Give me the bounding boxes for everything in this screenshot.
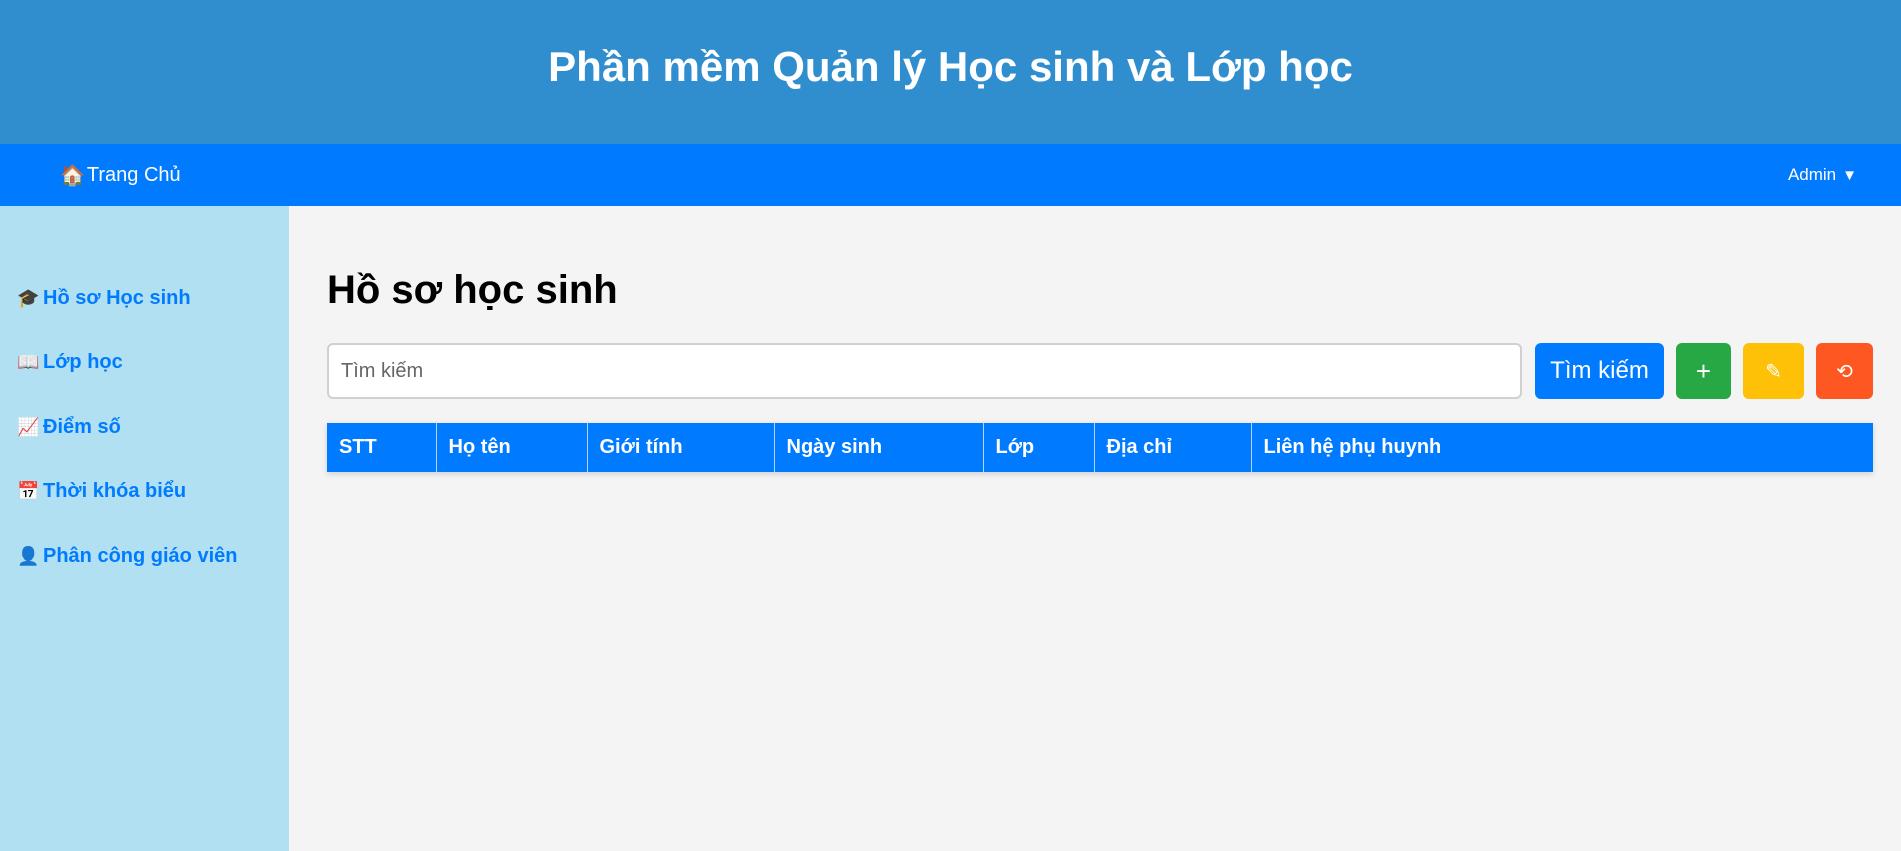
search-input[interactable] (327, 343, 1522, 399)
user-name: Admin (1787, 165, 1837, 184)
column-header-gender[interactable]: Giới tính (587, 423, 775, 472)
column-header-class[interactable]: Lớp (983, 423, 1095, 472)
sidebar-item-teacher-assignment[interactable]: 👤 Phân công giáo viên (0, 524, 289, 589)
house-icon: 🏠 (60, 164, 85, 187)
sidebar-item-label: Lớp học (43, 351, 123, 374)
nav-home-link[interactable]: 🏠 Trang Chủ (60, 163, 181, 188)
top-navbar: 🏠 Trang Chủ Admin ▼ (0, 144, 1901, 206)
sidebar-item-student-records[interactable]: 🎓 Hồ sơ Học sinh (0, 266, 289, 331)
table-header-row: STT Họ tên Giới tính Ngày sinh Lớp Địa c… (327, 423, 1873, 472)
user-menu[interactable]: Admin ▼ (1788, 165, 1857, 185)
refresh-icon: ⟲ (1836, 360, 1853, 383)
students-table: STT Họ tên Giới tính Ngày sinh Lớp Địa c… (327, 423, 1873, 472)
sidebar-item-label: Hồ sơ Học sinh (43, 286, 191, 309)
sidebar-item-label: Phân công giáo viên (43, 544, 238, 567)
person-icon: 👤 (17, 545, 40, 566)
sidebar-item-label: Thời khóa biểu (43, 480, 187, 503)
pencil-icon: ✎ (1765, 360, 1782, 383)
sidebar-item-classes[interactable]: 📖 Lớp học (0, 331, 289, 396)
column-header-parent-contact[interactable]: Liên hệ phụ huynh (1251, 423, 1873, 472)
app-header: Phần mềm Quản lý Học sinh và Lớp học (0, 0, 1901, 144)
plus-icon: + (1695, 355, 1712, 386)
column-header-stt[interactable]: STT (327, 423, 437, 472)
main-content: Hồ sơ học sinh Tìm kiếm + ✎ ⟲ STT Họ tên… (289, 206, 1901, 851)
sidebar-item-label: Điểm số (43, 415, 121, 438)
search-button[interactable]: Tìm kiếm (1535, 343, 1664, 399)
sidebar-item-grades[interactable]: 📈 Điểm số (0, 395, 289, 460)
sidebar-item-timetable[interactable]: 📅 Thời khóa biểu (0, 460, 289, 525)
reset-button[interactable]: ⟲ (1816, 343, 1873, 399)
calendar-icon: 📅 (17, 481, 40, 502)
graduation-cap-icon: 🎓 (17, 287, 40, 308)
add-button[interactable]: + (1676, 343, 1731, 399)
column-header-birthdate[interactable]: Ngày sinh (774, 423, 984, 472)
nav-home-label: Trang Chủ (86, 163, 181, 186)
edit-button[interactable]: ✎ (1743, 343, 1804, 399)
search-toolbar: Tìm kiếm + ✎ ⟲ (327, 343, 1873, 399)
chart-increasing-icon: 📈 (17, 416, 40, 437)
page-title: Hồ sơ học sinh (327, 268, 618, 312)
column-header-address[interactable]: Địa chỉ (1094, 423, 1252, 472)
open-book-icon: 📖 (17, 352, 40, 373)
sidebar: 🎓 Hồ sơ Học sinh 📖 Lớp học 📈 Điểm số 📅 T… (0, 206, 289, 851)
app-title: Phần mềm Quản lý Học sinh và Lớp học (548, 43, 1353, 90)
column-header-name[interactable]: Họ tên (436, 423, 588, 472)
caret-down-icon: ▼ (1842, 166, 1857, 184)
